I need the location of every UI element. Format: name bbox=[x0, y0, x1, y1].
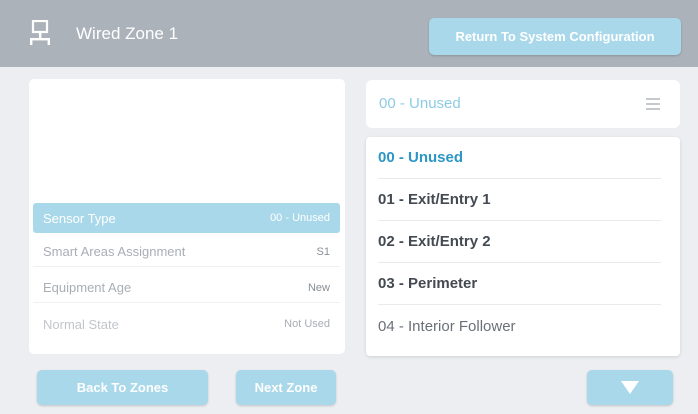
setting-label: Sensor Type bbox=[43, 210, 116, 226]
setting-value: 00 - Unused bbox=[270, 212, 330, 224]
zone-settings-panel: Sensor Type 00 - Unused Smart Areas Assi… bbox=[29, 79, 345, 354]
return-to-system-configuration-button[interactable]: Return To System Configuration bbox=[429, 18, 681, 55]
page-title: Wired Zone 1 bbox=[76, 24, 179, 43]
scroll-down-button[interactable] bbox=[587, 370, 673, 405]
setting-label: Normal State bbox=[43, 316, 119, 332]
setting-row-sensor-type[interactable]: Sensor Type 00 - Unused bbox=[33, 203, 340, 233]
sensor-type-select[interactable]: 00 - Unused bbox=[366, 80, 680, 128]
option-02-exit-entry-2[interactable]: 02 - Exit/Entry 2 bbox=[378, 221, 661, 263]
option-03-perimeter[interactable]: 03 - Perimeter bbox=[378, 263, 661, 305]
network-icon bbox=[30, 20, 50, 45]
setting-value: S1 bbox=[316, 245, 330, 258]
setting-label: Smart Areas Assignment bbox=[43, 244, 186, 259]
setting-value: Not Used bbox=[284, 318, 330, 330]
setting-row-equipment-age[interactable]: Equipment Age New bbox=[33, 273, 340, 303]
header-bar: Wired Zone 1 Return To System Configurat… bbox=[0, 0, 698, 67]
option-00-unused[interactable]: 00 - Unused bbox=[378, 137, 661, 179]
option-04-interior-follower[interactable]: 04 - Interior Follower bbox=[378, 305, 661, 347]
setting-row-smart-areas-assignment[interactable]: Smart Areas Assignment S1 bbox=[33, 237, 340, 267]
next-zone-button[interactable]: Next Zone bbox=[236, 370, 336, 405]
menu-icon[interactable] bbox=[646, 98, 660, 110]
sensor-type-dropdown: 00 - Unused 01 - Exit/Entry 1 02 - Exit/… bbox=[366, 137, 680, 356]
back-to-zones-button[interactable]: Back To Zones bbox=[37, 370, 208, 405]
down-arrow-icon bbox=[621, 381, 639, 394]
option-01-exit-entry-1[interactable]: 01 - Exit/Entry 1 bbox=[378, 179, 661, 221]
selected-value: 00 - Unused bbox=[379, 95, 461, 112]
setting-label: Equipment Age bbox=[43, 280, 132, 295]
setting-row-normal-state[interactable]: Normal State Not Used bbox=[33, 309, 340, 339]
setting-value: New bbox=[307, 281, 330, 294]
